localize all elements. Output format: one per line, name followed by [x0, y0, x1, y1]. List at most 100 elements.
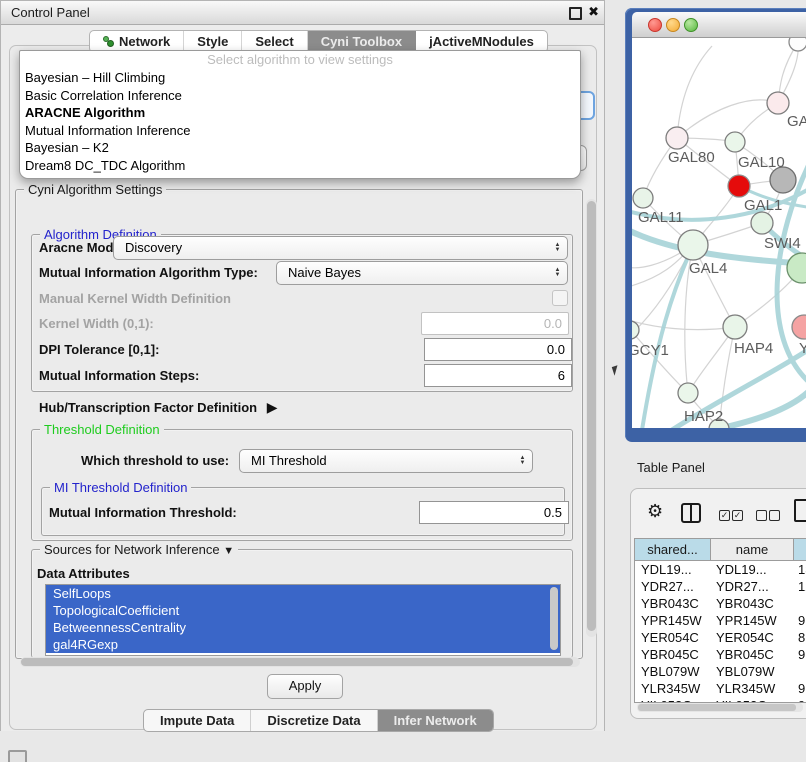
control-panel-titlebar: Control Panel ✖ — [1, 1, 604, 25]
table-cell: YBL079W — [710, 663, 792, 680]
network-node[interactable] — [678, 230, 708, 260]
tab-network[interactable]: Network — [90, 31, 184, 52]
column-header[interactable]: shared... — [635, 539, 711, 560]
float-icon[interactable] — [569, 7, 582, 20]
unchecked-checkbox-icon[interactable] — [769, 510, 780, 521]
column-header[interactable]: name — [711, 539, 794, 560]
which-threshold-value: MI Threshold — [251, 450, 327, 472]
attribute-item[interactable]: gal4RGexp — [46, 636, 560, 653]
dpi-tolerance-field[interactable]: 0.0 — [424, 338, 572, 361]
attribute-item[interactable]: SelfLoops — [46, 585, 560, 602]
network-node[interactable] — [632, 321, 639, 339]
algorithm-option[interactable]: Bayesian – K2 — [20, 139, 580, 157]
table-cell: YER054C — [710, 629, 792, 646]
network-node[interactable] — [787, 253, 806, 283]
algorithm-option[interactable]: Mutual Information Inference — [20, 122, 580, 140]
settings-horizontal-scrollbar[interactable] — [20, 657, 580, 667]
tab-style[interactable]: Style — [184, 31, 242, 52]
node-label: GAL10 — [738, 154, 785, 171]
table-cell: 12 — [792, 578, 806, 595]
table-row[interactable]: YDR27...YDR27...12 — [635, 578, 806, 595]
network-node[interactable] — [792, 315, 806, 339]
network-window-titlebar — [632, 12, 806, 38]
document-icon[interactable] — [794, 499, 806, 522]
node-label: GAL4 — [689, 260, 727, 277]
network-node[interactable] — [751, 212, 773, 234]
network-node[interactable] — [678, 383, 698, 403]
columns-icon[interactable] — [681, 503, 701, 523]
mi-steps-field[interactable]: 6 — [424, 364, 572, 387]
algorithm-option[interactable]: Basic Correlation Inference — [20, 87, 580, 105]
checked-checkbox-icon[interactable]: ✓ — [719, 510, 730, 521]
table-cell: YLR345W — [635, 680, 710, 697]
which-threshold-combo[interactable]: MI Threshold ▲▼ — [239, 449, 533, 473]
attribute-list-scrollbar[interactable] — [550, 587, 558, 650]
algorithm-option[interactable]: Dream8 DC_TDC Algorithm — [20, 157, 580, 175]
zoom-traffic-light-icon[interactable] — [684, 18, 698, 32]
table-row[interactable]: YDL19...YDL19...13 — [635, 561, 806, 578]
close-traffic-light-icon[interactable] — [648, 18, 662, 32]
table-cell: YBL079W — [635, 663, 710, 680]
tab-label: Style — [197, 31, 228, 52]
algorithm-option[interactable]: Bayesian – Hill Climbing — [20, 69, 580, 87]
network-node[interactable] — [666, 127, 688, 149]
tab-discretize-data[interactable]: Discretize Data — [251, 710, 377, 731]
table-row[interactable]: YLR345WYLR345W9. — [635, 680, 806, 697]
data-attributes-list[interactable]: SelfLoopsTopologicalCoefficientBetweenne… — [45, 584, 561, 656]
unchecked-checkbox-icon[interactable] — [756, 510, 767, 521]
mi-threshold-field[interactable]: 0.5 — [419, 501, 569, 524]
attribute-item[interactable]: TopologicalCoefficient — [46, 602, 560, 619]
mi-type-value: Naive Bayes — [288, 262, 361, 284]
network-node[interactable] — [728, 175, 750, 197]
tab-impute-data[interactable]: Impute Data — [144, 710, 251, 731]
table-cell: YBR043C — [710, 595, 792, 612]
network-node[interactable] — [725, 132, 745, 152]
network-node[interactable] — [633, 188, 653, 208]
tab-select[interactable]: Select — [242, 31, 307, 52]
checked-checkbox-icon[interactable]: ✓ — [732, 510, 743, 521]
corner-widget-icon[interactable] — [8, 750, 27, 762]
table-row[interactable]: YBR045CYBR045C9. — [635, 646, 806, 663]
algorithm-dropdown-placeholder: Select algorithm to view settings — [20, 51, 580, 69]
algorithm-dropdown-popup: Select algorithm to view settings Bayesi… — [19, 50, 581, 179]
table-row[interactable]: YER054CYER054C8. — [635, 629, 806, 646]
table-cell: YBR045C — [710, 646, 792, 663]
table-horizontal-scrollbar[interactable] — [637, 703, 803, 712]
close-icon[interactable]: ✖ — [588, 4, 599, 20]
table-cell: 9. — [792, 646, 806, 663]
table-cell: YBR045C — [635, 646, 710, 663]
node-label: GAL80 — [668, 149, 715, 166]
table-cell: YPR145W — [710, 612, 792, 629]
network-node[interactable] — [723, 315, 747, 339]
network-node[interactable] — [767, 92, 789, 114]
network-view-window: GALGAL80GAL10GAL1GAL11SWI4GAL4HAP4YGCY1H… — [625, 8, 806, 442]
mi-threshold-group-title: MI Threshold Definition — [50, 480, 191, 495]
column-header[interactable]: A — [794, 539, 806, 560]
tab-infer-network[interactable]: Infer Network — [378, 710, 493, 731]
table-row[interactable]: YPR145WYPR145W9. — [635, 612, 806, 629]
threshold-definition-title: Threshold Definition — [40, 422, 164, 437]
tab-jactivemnodules[interactable]: jActiveMNodules — [416, 31, 547, 52]
hub-definition-expander[interactable]: Hub/Transcription Factor Definition ▶ — [39, 399, 278, 416]
aracne-mode-combo[interactable]: Discovery ▲▼ — [113, 236, 568, 260]
tab-label: Select — [255, 31, 293, 52]
tab-cyni-toolbox[interactable]: Cyni Toolbox — [308, 31, 416, 52]
mi-type-combo[interactable]: Naive Bayes ▲▼ — [276, 261, 568, 285]
attribute-items: SelfLoopsTopologicalCoefficientBetweenne… — [46, 585, 560, 653]
attribute-item[interactable]: BetweennessCentrality — [46, 619, 560, 636]
table-row[interactable]: YBR043CYBR043C — [635, 595, 806, 612]
network-canvas[interactable]: GALGAL80GAL10GAL1GAL11SWI4GAL4HAP4YGCY1H… — [632, 38, 806, 428]
manual-kernel-checkbox[interactable] — [552, 290, 568, 306]
table-rows: YDL19...YDL19...13YDR27...YDR27...12YBR0… — [635, 561, 806, 703]
tab-label: Network — [119, 31, 170, 52]
minimize-traffic-light-icon[interactable] — [666, 18, 680, 32]
apply-button[interactable]: Apply — [267, 674, 343, 699]
settings-vertical-scrollbar[interactable] — [586, 199, 597, 637]
kernel-width-label: Kernel Width (0,1): — [39, 316, 154, 331]
table-row[interactable]: YBL079WYBL079W — [635, 663, 806, 680]
sources-group-title[interactable]: Sources for Network Inference ▼ — [40, 542, 238, 559]
gear-icon[interactable]: ⚙ — [647, 501, 663, 522]
node-table[interactable]: shared...nameA YDL19...YDL19...13YDR27..… — [634, 538, 806, 703]
algorithm-option[interactable]: ARACNE Algorithm — [20, 104, 580, 122]
network-node[interactable] — [789, 38, 806, 51]
